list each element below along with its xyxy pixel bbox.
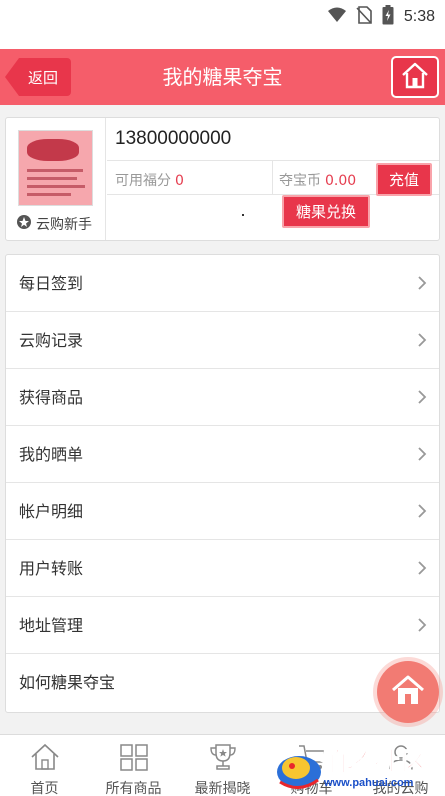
- avatar[interactable]: [18, 130, 93, 206]
- chevron-right-icon: [418, 504, 427, 518]
- coins-value: 0.00: [325, 173, 357, 189]
- trophy-icon: [208, 743, 238, 775]
- dot-mark: [242, 214, 244, 216]
- nav-item-home[interactable]: 首页: [0, 735, 89, 796]
- menu-item-label: 每日签到: [19, 274, 84, 293]
- chevron-right-icon: [418, 618, 427, 632]
- status-time: 5:38: [403, 8, 435, 25]
- watermark-url: www.pahuai.com: [324, 777, 414, 789]
- nav-label: 最新揭晓: [194, 781, 251, 796]
- candy-exchange-button[interactable]: 糖果兑换: [282, 195, 370, 228]
- chevron-right-icon: [418, 276, 427, 290]
- level-text: 云购新手: [36, 217, 92, 233]
- floating-home-button[interactable]: [377, 661, 439, 723]
- back-button[interactable]: 返回: [5, 58, 71, 96]
- user-phone: 13800000000: [115, 128, 232, 149]
- account-menu: 每日签到 云购记录 获得商品 我的晒单 帐户明细 用户转账 地址管理 如何糖果夺…: [5, 254, 440, 713]
- chevron-right-icon: [418, 390, 427, 404]
- wifi-icon: [327, 7, 346, 27]
- menu-item-my-shares[interactable]: 我的晒单: [6, 426, 439, 483]
- menu-item-label: 云购记录: [19, 331, 84, 350]
- home-icon: [390, 674, 426, 710]
- divider: [107, 160, 439, 161]
- menu-item-label: 地址管理: [19, 616, 84, 635]
- menu-item-label: 帐户明细: [19, 502, 84, 521]
- home-button[interactable]: [391, 56, 439, 98]
- menu-item-daily-checkin[interactable]: 每日签到: [6, 255, 439, 312]
- points-info: 可用福分 0: [115, 170, 184, 190]
- divider: [272, 161, 273, 194]
- menu-item-won-products[interactable]: 获得商品: [6, 369, 439, 426]
- nav-label: 所有商品: [105, 781, 162, 796]
- home-icon: [30, 743, 60, 775]
- points-label: 可用福分: [115, 173, 171, 189]
- menu-item-label: 如何糖果夺宝: [19, 673, 116, 692]
- menu-item-user-transfer[interactable]: 用户转账: [6, 540, 439, 597]
- profile-card: 云购新手 13800000000 可用福分 0 夺宝币 0.00 充值 糖果兑换: [5, 117, 440, 241]
- no-sim-icon: [356, 6, 372, 28]
- grid-icon: [119, 743, 149, 775]
- chevron-right-icon: [418, 561, 427, 575]
- points-value: 0: [175, 173, 184, 189]
- chevron-right-icon: [418, 447, 427, 461]
- level-badge-icon: [16, 214, 32, 234]
- watermark-text: 怕坏社区: [319, 748, 429, 779]
- coins-label: 夺宝币: [279, 173, 321, 189]
- watermark: 怕坏社区 www.pahuai.com: [272, 742, 445, 796]
- menu-item-label: 我的晒单: [19, 445, 84, 464]
- coins-info: 夺宝币 0.00: [279, 170, 356, 190]
- app-header: 我的糖果夺宝 返回: [0, 49, 445, 105]
- menu-item-label: 获得商品: [19, 388, 84, 407]
- menu-item-how-to[interactable]: 如何糖果夺宝: [6, 654, 439, 711]
- nav-label: 首页: [30, 781, 59, 796]
- recharge-button[interactable]: 充值: [376, 163, 432, 196]
- member-level: 云购新手: [16, 214, 92, 234]
- nav-item-latest-reveal[interactable]: 最新揭晓: [178, 735, 267, 796]
- watermark-logo-icon: [277, 756, 321, 789]
- menu-item-address-management[interactable]: 地址管理: [6, 597, 439, 654]
- menu-item-label: 用户转账: [19, 559, 84, 578]
- status-bar: 5:38: [0, 0, 445, 49]
- battery-icon: [382, 5, 394, 29]
- nav-item-all-products[interactable]: 所有商品: [89, 735, 178, 796]
- chevron-right-icon: [418, 333, 427, 347]
- avatar-panel: 云购新手: [6, 118, 106, 240]
- menu-item-account-details[interactable]: 帐户明细: [6, 483, 439, 540]
- home-icon: [400, 61, 430, 93]
- menu-item-purchase-records[interactable]: 云购记录: [6, 312, 439, 369]
